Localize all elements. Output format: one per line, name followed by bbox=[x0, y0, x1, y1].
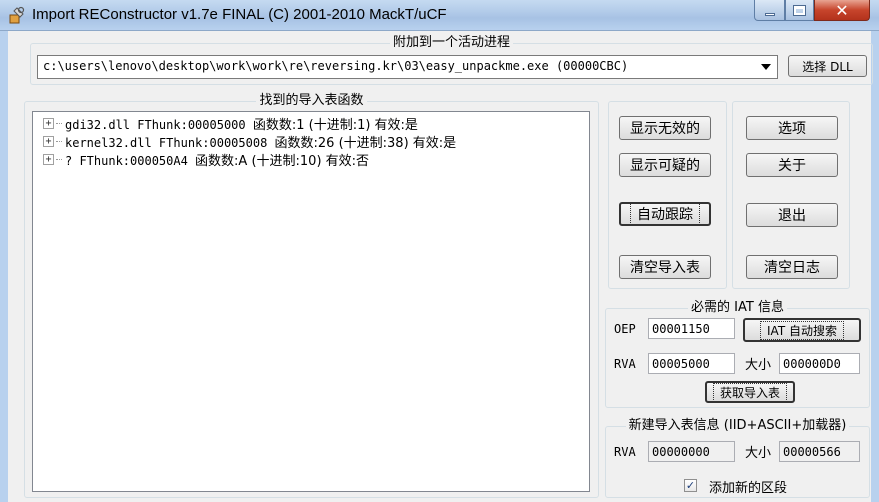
process-select-value: c:\users\lenovo\desktop\work\work\re\rev… bbox=[43, 59, 629, 73]
expand-icon[interactable]: + bbox=[43, 153, 54, 165]
auto-trace-button[interactable]: 自动跟踪 bbox=[619, 202, 711, 226]
iat-autosearch-label: IAT 自动搜索 bbox=[760, 320, 844, 340]
attach-group-title: 附加到一个活动进程 bbox=[389, 35, 513, 50]
minimize-button[interactable] bbox=[754, 0, 785, 21]
maximize-button[interactable] bbox=[785, 0, 814, 21]
tree-item-text: kernel32.dll FThunk:00005008 函数数:26 (十进制… bbox=[65, 135, 457, 151]
new-import-group-title: 新建导入表信息 (IID+ASCII+加载器) bbox=[625, 418, 850, 433]
show-suspect-button[interactable]: 显示可疑的 bbox=[619, 153, 711, 177]
add-section-checkbox[interactable]: ✓ bbox=[684, 479, 697, 492]
dropdown-arrow-icon bbox=[761, 64, 771, 70]
oep-label: OEP bbox=[614, 322, 636, 336]
options-button[interactable]: 选项 bbox=[746, 116, 838, 140]
iat-size-field[interactable]: 000000D0 bbox=[779, 353, 860, 374]
rva-label: RVA bbox=[614, 357, 636, 371]
get-imports-button[interactable]: 获取导入表 bbox=[705, 381, 795, 403]
imports-tree[interactable]: + gdi32.dll FThunk:00005000 函数数:1 (十进制:1… bbox=[32, 111, 590, 492]
dialog-body: 附加到一个活动进程 c:\users\lenovo\desktop\work\w… bbox=[0, 31, 879, 502]
tree-item-kernel32[interactable]: + kernel32.dll FThunk:00005008 函数数:26 (十… bbox=[43, 132, 457, 151]
close-button[interactable]: ✕ bbox=[814, 0, 870, 21]
auto-trace-label: 自动跟踪 bbox=[630, 203, 700, 225]
iat-group-title: 必需的 IAT 信息 bbox=[688, 300, 787, 315]
add-section-label: 添加新的区段 bbox=[709, 481, 788, 496]
tree-item-text: ? FThunk:000050A4 函数数:A (十进制:10) 有效:否 bbox=[65, 153, 370, 169]
expand-icon[interactable]: + bbox=[43, 135, 54, 147]
expand-icon[interactable]: + bbox=[43, 117, 54, 129]
wrench-hand-icon bbox=[9, 6, 25, 24]
about-button[interactable]: 关于 bbox=[746, 153, 838, 177]
minimize-icon bbox=[764, 12, 775, 16]
clear-log-button[interactable]: 清空日志 bbox=[746, 255, 838, 279]
oep-field[interactable]: 00001150 bbox=[648, 318, 735, 339]
new-size-field[interactable]: 00000566 bbox=[779, 441, 860, 462]
show-invalid-button[interactable]: 显示无效的 bbox=[619, 116, 711, 140]
clear-imports-button[interactable]: 清空导入表 bbox=[619, 255, 711, 279]
new-size-label: 大小 bbox=[745, 446, 772, 461]
title-bar: Import REConstructor v1.7e FINAL (C) 200… bbox=[0, 0, 879, 31]
new-rva-label: RVA bbox=[614, 445, 636, 459]
new-rva-field[interactable]: 00000000 bbox=[648, 441, 735, 462]
tree-item-gdi32[interactable]: + gdi32.dll FThunk:00005000 函数数:1 (十进制:1… bbox=[43, 114, 419, 133]
iat-autosearch-button[interactable]: IAT 自动搜索 bbox=[743, 318, 861, 342]
process-select[interactable]: c:\users\lenovo\desktop\work\work\re\rev… bbox=[37, 55, 778, 79]
get-imports-label: 获取导入表 bbox=[712, 382, 787, 402]
maximize-icon bbox=[793, 4, 806, 16]
select-dll-button[interactable]: 选择 DLL bbox=[788, 55, 867, 77]
size-label: 大小 bbox=[745, 358, 772, 373]
close-icon: ✕ bbox=[835, 0, 849, 20]
tree-item-unknown[interactable]: + ? FThunk:000050A4 函数数:A (十进制:10) 有效:否 bbox=[43, 150, 370, 169]
iat-rva-field[interactable]: 00005000 bbox=[648, 353, 735, 374]
window-title: Import REConstructor v1.7e FINAL (C) 200… bbox=[32, 6, 447, 23]
exit-button[interactable]: 退出 bbox=[746, 203, 838, 227]
imports-group-title: 找到的导入表函数 bbox=[256, 93, 367, 108]
tree-item-text: gdi32.dll FThunk:00005000 函数数:1 (十进制:1) … bbox=[65, 117, 418, 133]
